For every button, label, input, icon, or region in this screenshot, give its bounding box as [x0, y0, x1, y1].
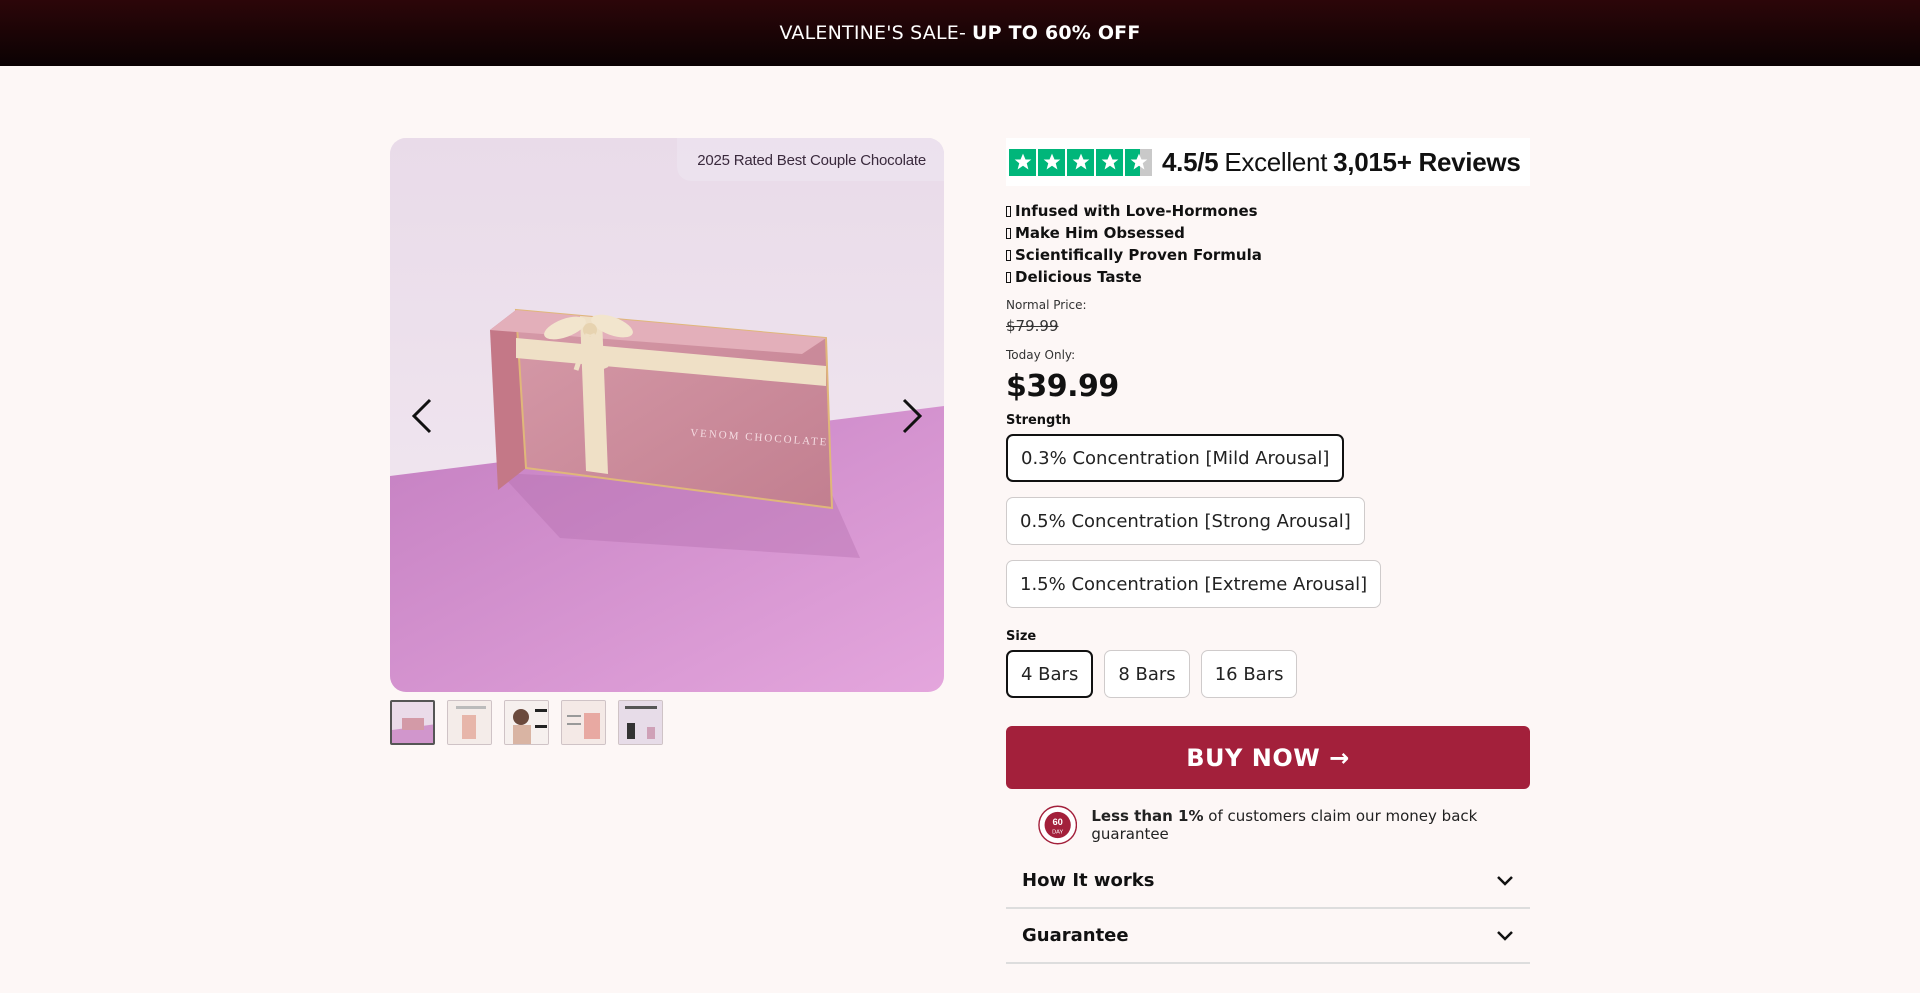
gallery-next-button[interactable] — [892, 396, 932, 436]
thumbnail-image — [448, 701, 491, 744]
size-title: Size — [1006, 629, 1037, 644]
announcement-highlight: UP TO 60% OFF — [972, 22, 1141, 44]
chevron-down-icon — [1497, 875, 1513, 886]
announcement-bar: VALENTINE'S SALE- UP TO 60% OFF — [0, 0, 1920, 66]
strength-option-strong[interactable]: 0.5% Concentration [Strong Arousal] — [1006, 497, 1365, 545]
product-image-gallery[interactable]: VENOM CHOCOLATE 2025 Rated Best Couple C… — [390, 138, 944, 692]
thumbnail-image — [619, 701, 662, 744]
star-icon — [1096, 148, 1123, 176]
size-option-16-bars[interactable]: 16 Bars — [1200, 650, 1298, 698]
strength-title: Strength — [1006, 413, 1071, 428]
check-icon — [1006, 205, 1011, 217]
guarantee-text: Less than 1% of customers claim our mone… — [1091, 807, 1530, 843]
today-price-label: Today Only: — [1006, 348, 1076, 362]
today-price: $39.99 — [1006, 369, 1119, 404]
rating-summary: 4.5/5 Excellent 3,015+ Reviews — [1162, 146, 1521, 178]
size-options: 4 Bars 8 Bars 16 Bars — [1006, 650, 1530, 698]
strength-options: 0.3% Concentration [Mild Arousal] 0.5% C… — [1006, 434, 1530, 608]
chevron-left-icon — [411, 398, 432, 434]
trustpilot-rating: 4.5/5 Excellent 3,015+ Reviews — [1006, 138, 1530, 186]
thumbnail-strip — [390, 700, 663, 745]
chevron-down-icon — [1497, 930, 1513, 941]
thumbnail-4[interactable] — [561, 700, 606, 745]
thumbnail-image — [505, 701, 548, 744]
check-icon — [1006, 249, 1011, 261]
check-icon — [1006, 271, 1011, 283]
guarantee-bold: Less than 1% — [1091, 807, 1204, 825]
rating-stars — [1009, 148, 1152, 176]
normal-price: $79.99 — [1006, 317, 1059, 335]
benefit-item: Infused with Love-Hormones — [1006, 200, 1530, 222]
announcement-prefix: VALENTINE'S SALE- — [779, 22, 967, 44]
thumbnail-image — [562, 701, 605, 744]
thumbnail-2[interactable] — [447, 700, 492, 745]
thumbnail-1[interactable] — [390, 700, 435, 745]
review-count: 3,015+ Reviews — [1333, 146, 1521, 177]
seal-number: 60 — [1052, 817, 1062, 827]
rating-label: Excellent — [1224, 146, 1328, 177]
check-icon — [1006, 227, 1011, 239]
star-icon — [1038, 148, 1065, 176]
seal-sub: DAY — [1052, 829, 1063, 835]
benefit-item: Make Him Obsessed — [1006, 222, 1530, 244]
accordion-guarantee[interactable]: Guarantee — [1006, 909, 1530, 964]
product-info: 4.5/5 Excellent 3,015+ Reviews Infused wit… — [1006, 138, 1530, 964]
buy-now-button[interactable]: BUY NOW → — [1006, 726, 1530, 789]
accordion-title: How It works — [1022, 870, 1155, 891]
benefit-list: Infused with Love-Hormones Make Him Obse… — [1006, 200, 1530, 288]
star-icon — [1009, 148, 1036, 176]
gallery-prev-button[interactable] — [402, 396, 442, 436]
chevron-right-icon — [902, 398, 923, 434]
size-option-4-bars[interactable]: 4 Bars — [1006, 650, 1094, 698]
guarantee-seal-icon: 60 DAY — [1038, 805, 1078, 845]
product-image: VENOM CHOCOLATE — [390, 138, 944, 692]
benefit-item: Scientifically Proven Formula — [1006, 244, 1530, 266]
rating-score: 4.5/5 — [1162, 146, 1219, 177]
half-star-icon — [1125, 148, 1152, 176]
normal-price-label: Normal Price: — [1006, 298, 1087, 312]
thumbnail-3[interactable] — [504, 700, 549, 745]
rated-best-badge: 2025 Rated Best Couple Chocolate — [677, 138, 944, 181]
money-back-guarantee: 60 DAY Less than 1% of customers claim o… — [1038, 804, 1530, 846]
size-option-8-bars[interactable]: 8 Bars — [1104, 650, 1190, 698]
accordion-title: Guarantee — [1022, 925, 1129, 946]
star-icon — [1067, 148, 1094, 176]
thumbnail-image — [392, 702, 433, 743]
strength-option-mild[interactable]: 0.3% Concentration [Mild Arousal] — [1006, 434, 1345, 482]
thumbnail-5[interactable] — [618, 700, 663, 745]
benefit-item: Delicious Taste — [1006, 266, 1530, 288]
strength-option-extreme[interactable]: 1.5% Concentration [Extreme Arousal] — [1006, 560, 1382, 608]
accordion-how-it-works[interactable]: How It works — [1006, 854, 1530, 909]
